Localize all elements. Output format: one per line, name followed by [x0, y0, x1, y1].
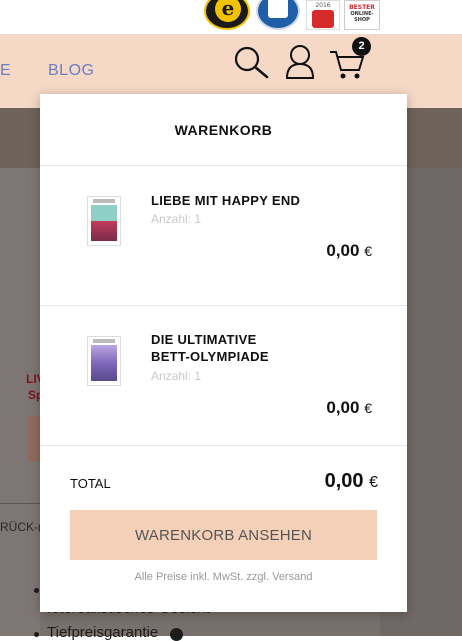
- tab-divider: [0, 503, 40, 504]
- price-note: Alle Preise inkl. MwSt. zzgl. Versand: [134, 571, 313, 583]
- item-name-line-1[interactable]: DIE ULTIMATIVE: [151, 331, 257, 348]
- item-price: 0,00 €: [260, 398, 372, 418]
- view-cart-button[interactable]: WARENKORB ANSEHEN: [70, 510, 377, 560]
- currency-symbol: €: [364, 243, 372, 259]
- award-cart-icon: [312, 10, 334, 28]
- bullet-icon: [34, 632, 39, 637]
- bester-online-shop-badge[interactable]: BESTER ONLINE-SHOP: [344, 0, 380, 30]
- cover-header: [93, 199, 115, 203]
- currency-symbol: €: [364, 400, 372, 416]
- item-quantity: Anzahl: 1: [151, 369, 202, 383]
- nav-item-partial[interactable]: E: [0, 62, 11, 80]
- info-icon[interactable]: [170, 628, 183, 641]
- total-label: TOTAL: [70, 476, 111, 491]
- item-price: 0,00 €: [260, 241, 372, 261]
- tab-fragment[interactable]: RÜCK-(: [0, 520, 42, 534]
- item-name[interactable]: LIEBE MIT HAPPY END: [151, 192, 300, 209]
- cart-count-badge: 2: [352, 37, 371, 56]
- search-icon[interactable]: [232, 44, 270, 80]
- divider: [40, 165, 407, 166]
- item-name-line-2[interactable]: BETT-OLYMPIADE: [151, 348, 269, 365]
- item-thumbnail[interactable]: [87, 336, 121, 386]
- award-year: 2016: [315, 2, 331, 9]
- book-cover-image: [91, 345, 117, 381]
- book-cover-image: [91, 205, 117, 241]
- bullet-icon: [34, 588, 39, 593]
- feature-item-2: Tiefpreisgarantie: [47, 624, 159, 641]
- divider: [40, 305, 407, 306]
- award-badge[interactable]: 2016: [306, 0, 340, 30]
- item-price-value: 0,00: [326, 241, 360, 260]
- shield-icon: [268, 0, 288, 18]
- product-panel-left: [0, 168, 40, 636]
- bester-label: BESTER: [349, 4, 375, 11]
- total-value-amount: 0,00: [324, 470, 364, 492]
- button-fragment: [28, 416, 40, 462]
- currency-symbol: €: [369, 474, 378, 491]
- trusted-shops-e-icon: e: [215, 0, 241, 22]
- item-quantity: Anzahl: 1: [151, 212, 202, 226]
- total-value: 0,00 €: [260, 470, 378, 493]
- cover-header: [93, 339, 115, 343]
- nav-item-blog[interactable]: BLOG: [48, 62, 94, 80]
- item-price-value: 0,00: [326, 398, 360, 417]
- online-shop-label: ONLINE-SHOP: [350, 11, 374, 23]
- item-thumbnail[interactable]: [87, 196, 121, 246]
- mini-cart-title: WARENKORB: [174, 122, 273, 138]
- divider: [40, 445, 407, 446]
- user-icon[interactable]: [282, 44, 320, 80]
